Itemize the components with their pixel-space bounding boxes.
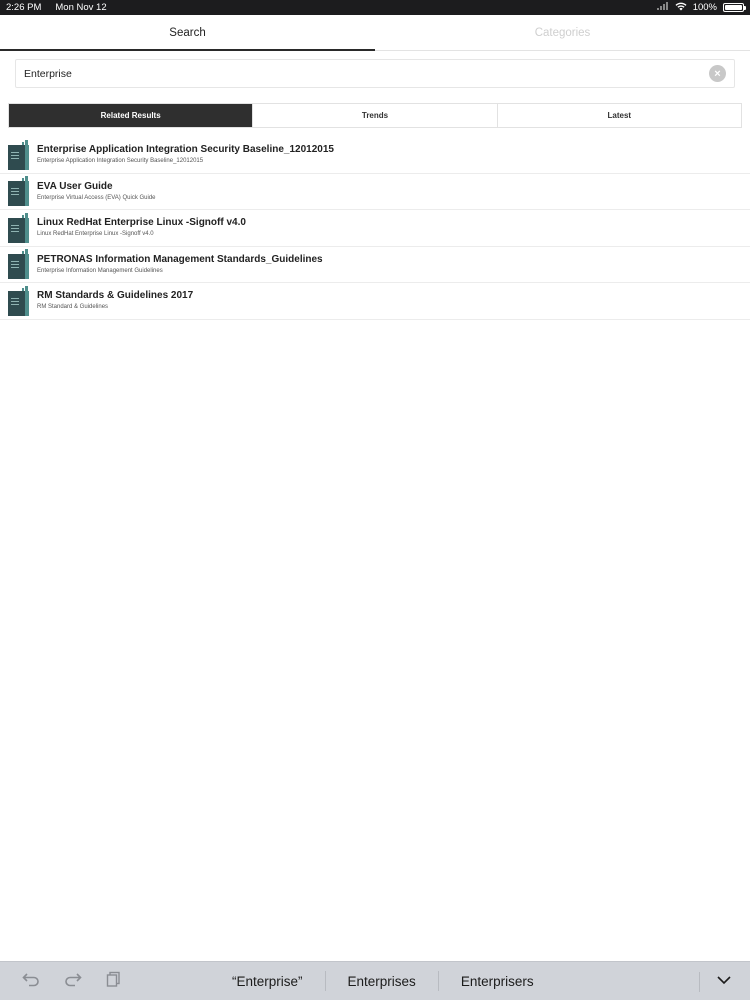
paste-icon[interactable] (106, 971, 122, 992)
tab-categories[interactable]: Categories (375, 15, 750, 50)
list-item[interactable]: Enterprise Application Integration Secur… (0, 137, 750, 174)
result-subtitle: Enterprise Application Integration Secur… (37, 158, 204, 165)
document-icon (8, 212, 29, 243)
list-item[interactable]: RM Standards & Guidelines 2017 RM Standa… (0, 283, 750, 320)
wifi-icon (675, 2, 687, 14)
segment-related-results[interactable]: Related Results (9, 104, 253, 127)
list-item[interactable]: Linux RedHat Enterprise Linux -Signoff v… (0, 210, 750, 247)
result-title: EVA User Guide (37, 180, 113, 192)
battery-level (725, 5, 742, 10)
suggestion-enterprises[interactable]: Enterprises (324, 971, 438, 991)
battery-icon (723, 3, 746, 12)
document-icon (8, 249, 29, 280)
suggestion-enterprise-quoted[interactable]: “Enterprise” (210, 971, 325, 991)
top-tab-bar: Search Categories (0, 15, 750, 51)
result-title: Linux RedHat Enterprise Linux -Signoff v… (37, 217, 246, 229)
segment-latest[interactable]: Latest (496, 104, 741, 127)
list-item[interactable]: PETRONAS Information Management Standard… (0, 247, 750, 283)
segmented-control: Related Results Trends Latest (8, 103, 742, 128)
battery-percent: 100% (692, 2, 717, 13)
status-time: 2:26 PM (6, 2, 42, 13)
chevron-down-icon[interactable] (716, 972, 732, 988)
result-subtitle: RM Standard & Guidelines (37, 304, 109, 311)
clear-icon[interactable]: × (709, 65, 726, 82)
results-list: Enterprise Application Integration Secur… (0, 137, 750, 320)
keyboard-suggestion-bar: “Enterprise” Enterprises Enterprisers (0, 961, 750, 1000)
search-input[interactable] (24, 67, 709, 80)
tab-search[interactable]: Search (0, 15, 375, 51)
result-subtitle: Enterprise Information Management Guidel… (37, 267, 163, 274)
status-bar: 2:26 PM Mon Nov 12 100% (0, 0, 750, 15)
undo-icon[interactable] (22, 971, 40, 992)
result-title: PETRONAS Information Management Standard… (37, 253, 323, 265)
status-date: Mon Nov 12 (55, 2, 107, 13)
signal-icon (656, 2, 669, 13)
result-title: Enterprise Application Integration Secur… (37, 144, 334, 156)
suggestion-enterprisers[interactable]: Enterprisers (437, 971, 556, 991)
document-icon (8, 285, 29, 316)
search-field: × (15, 59, 735, 88)
segment-trends[interactable]: Trends (252, 104, 496, 127)
result-subtitle: Linux RedHat Enterprise Linux -Signoff v… (37, 231, 154, 238)
result-title: RM Standards & Guidelines 2017 (37, 290, 194, 302)
document-icon (8, 139, 29, 170)
result-subtitle: Enterprise Virtual Access (EVA) Quick Gu… (37, 194, 156, 201)
redo-icon[interactable] (64, 971, 82, 992)
list-item[interactable]: EVA User Guide Enterprise Virtual Access… (0, 174, 750, 210)
document-icon (8, 176, 29, 207)
divider (699, 972, 700, 992)
